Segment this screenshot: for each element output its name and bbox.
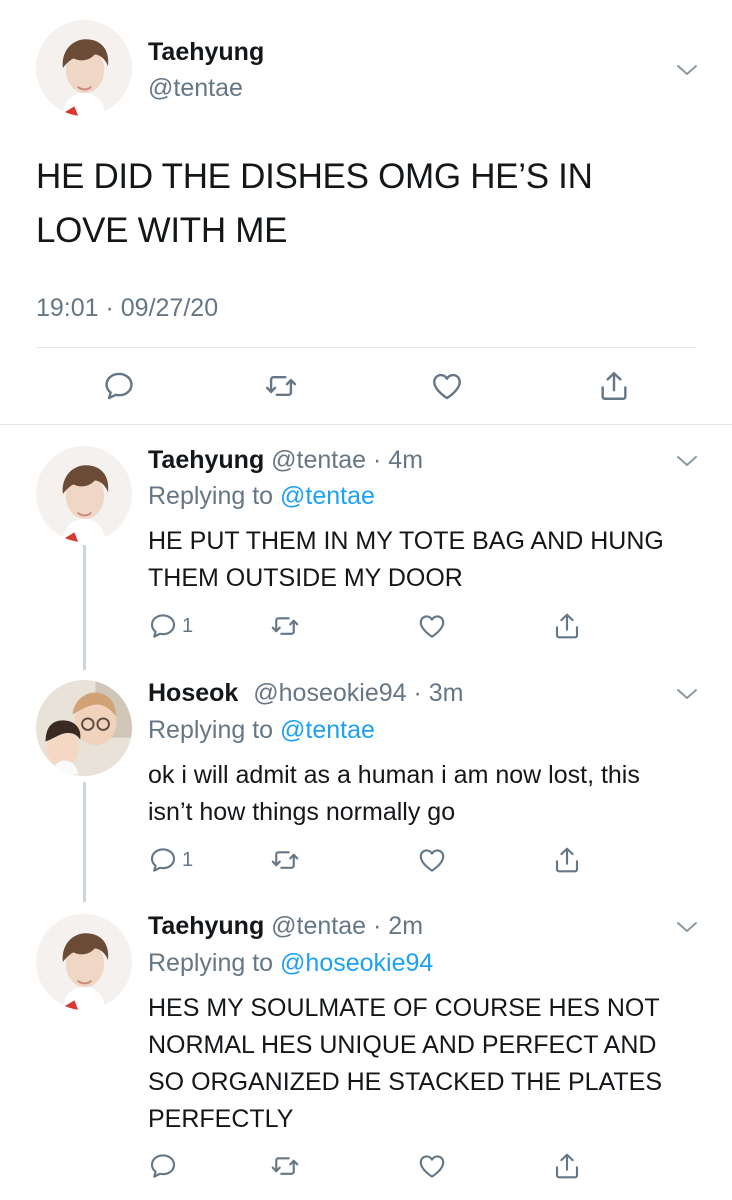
retweet-icon[interactable] <box>270 1151 300 1181</box>
reply-author-handle[interactable]: @tentae <box>271 446 366 474</box>
replying-to-label: Replying to <box>148 716 274 744</box>
main-tweet-author-handle[interactable]: @tentae <box>148 74 243 103</box>
share-icon[interactable] <box>552 611 582 641</box>
avatar-image <box>36 680 132 776</box>
reply-author-handle[interactable]: @tentae <box>271 912 366 940</box>
retweet-icon[interactable] <box>270 845 300 875</box>
replying-to-line: Replying to @tentae <box>148 716 375 745</box>
reply-icon[interactable] <box>148 1151 178 1181</box>
reply-avatar[interactable] <box>36 914 132 1010</box>
thread-connector-line <box>83 545 86 670</box>
thread-connector-line <box>83 782 86 902</box>
reply-header: Taehyung @tentae · 2m <box>148 912 423 941</box>
main-tweet-text: HE DID THE DISHES OMG HE’S IN LOVE WITH … <box>36 157 593 250</box>
avatar-image <box>36 20 132 116</box>
replying-to-label: Replying to <box>148 949 274 977</box>
reply-header: Hoseok @hoseokie94 · 3m <box>148 679 463 708</box>
replying-to-mention[interactable]: @tentae <box>280 716 375 744</box>
reply-chevron-down-icon[interactable] <box>676 920 698 934</box>
reply-avatar[interactable] <box>36 680 132 776</box>
main-reply-icon[interactable] <box>102 369 136 403</box>
avatar-image <box>36 914 132 1010</box>
thread-divider <box>0 424 732 425</box>
share-icon[interactable] <box>552 1151 582 1181</box>
like-icon[interactable] <box>417 611 447 641</box>
replying-to-mention[interactable]: @hoseokie94 <box>280 949 433 977</box>
reply-author-name[interactable]: Hoseok <box>148 679 238 707</box>
main-tweet-timestamp[interactable]: 19:01 · 09/27/20 <box>36 294 218 323</box>
reply-header: Taehyung @tentae · 4m <box>148 446 423 475</box>
main-tweet-author-name[interactable]: Taehyung <box>148 38 264 67</box>
reply-text: ok i will admit as a human i am now lost… <box>148 761 640 826</box>
main-like-icon[interactable] <box>430 369 464 403</box>
replying-to-line: Replying to @tentae <box>148 482 375 511</box>
like-icon[interactable] <box>417 845 447 875</box>
reply-icon <box>148 611 178 641</box>
main-retweet-icon[interactable] <box>264 369 298 403</box>
reply-text: HE PUT THEM IN MY TOTE BAG AND HUNG THEM… <box>148 527 664 592</box>
replying-to-mention[interactable]: @tentae <box>280 482 375 510</box>
avatar-image <box>36 446 132 542</box>
reply-avatar[interactable] <box>36 446 132 542</box>
like-icon[interactable] <box>417 1151 447 1181</box>
retweet-icon[interactable] <box>270 611 300 641</box>
reply-author-handle[interactable]: @hoseokie94 <box>253 679 406 707</box>
reply-chevron-down-icon[interactable] <box>676 687 698 701</box>
reply-icon <box>148 845 178 875</box>
reply-button[interactable]: 1 <box>148 611 193 641</box>
reply-button[interactable]: 1 <box>148 845 193 875</box>
share-icon[interactable] <box>552 845 582 875</box>
reply-text: HES MY SOULMATE OF COURSE HES NOT NORMAL… <box>148 994 662 1133</box>
reply-time: · 4m <box>373 446 424 474</box>
replying-to-line: Replying to @hoseokie94 <box>148 949 433 978</box>
reply-count: 1 <box>182 848 194 871</box>
main-tweet-chevron-down-icon[interactable] <box>676 63 698 77</box>
main-tweet-avatar[interactable] <box>36 20 132 116</box>
reply-author-name[interactable]: Taehyung <box>148 912 264 940</box>
main-share-icon[interactable] <box>597 369 631 403</box>
reply-time: · 3m <box>413 679 464 707</box>
reply-chevron-down-icon[interactable] <box>676 454 698 468</box>
main-tweet-divider <box>36 347 696 348</box>
replying-to-label: Replying to <box>148 482 274 510</box>
reply-count: 1 <box>182 614 194 637</box>
reply-author-name[interactable]: Taehyung <box>148 446 264 474</box>
reply-time: · 2m <box>373 912 424 940</box>
